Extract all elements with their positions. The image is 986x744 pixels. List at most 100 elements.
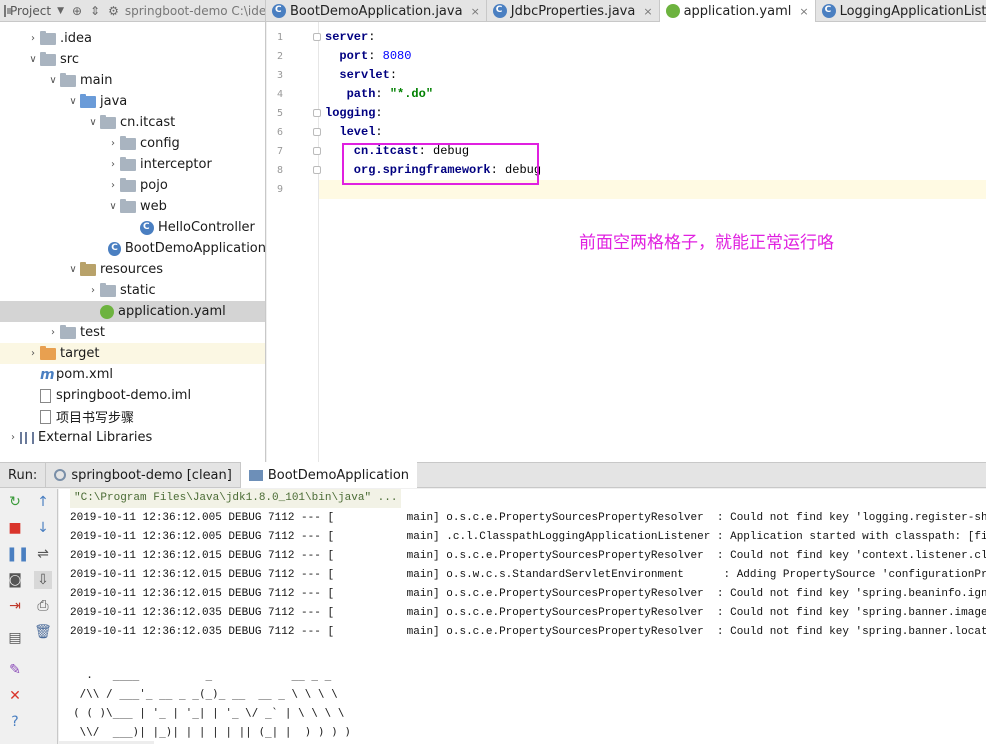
chevron-down-icon[interactable]: ▼ bbox=[57, 6, 64, 16]
code-token: servlet bbox=[325, 68, 390, 82]
close-icon[interactable]: × bbox=[643, 5, 652, 18]
help-icon[interactable]: ? bbox=[6, 713, 24, 731]
camera-icon[interactable]: ◙ bbox=[6, 571, 24, 589]
chevron-down-icon[interactable]: ∨ bbox=[106, 201, 120, 212]
down-arrow-icon[interactable]: ↓ bbox=[34, 519, 52, 537]
tree-item[interactable]: ∨ java bbox=[0, 91, 265, 112]
editor-tab[interactable]: BootDemoApplication.java × bbox=[266, 0, 487, 22]
stop-icon[interactable]: ■ bbox=[6, 519, 24, 537]
log-line: 2019-10-11 12:36:12.005 DEBUG 7112 --- [… bbox=[70, 531, 986, 543]
project-tree: › .idea ∨ src ∨ main ∨ java ∨ cn.itcast › config › in… bbox=[0, 22, 266, 462]
tree-item[interactable]: › static bbox=[0, 280, 265, 301]
code-editor[interactable]: 1 2 3 4 5 6 7 8 9 server: port: 8080 servlet: pa… bbox=[267, 22, 986, 462]
pin-icon[interactable]: ✎ bbox=[6, 661, 24, 679]
print-icon[interactable]: ⎙ bbox=[34, 597, 52, 615]
scroll-end-icon[interactable]: ⇩ bbox=[34, 571, 52, 589]
tree-item[interactable]: ∨ src bbox=[0, 49, 265, 70]
log-line: 2019-10-11 12:36:12.015 DEBUG 7112 --- [… bbox=[70, 588, 986, 600]
chevron-down-icon[interactable]: ∨ bbox=[86, 117, 100, 128]
chevron-down-icon[interactable]: ∨ bbox=[66, 264, 80, 275]
tree-item[interactable]: › .idea bbox=[0, 28, 265, 49]
chevron-right-icon[interactable]: › bbox=[106, 180, 120, 191]
chevron-down-icon[interactable]: ∨ bbox=[26, 54, 40, 65]
tree-item[interactable]: › test bbox=[0, 322, 265, 343]
folder-icon bbox=[60, 324, 76, 339]
tree-item-label: interceptor bbox=[140, 157, 212, 172]
chevron-down-icon[interactable]: ∨ bbox=[66, 96, 80, 107]
tree-item-label: springboot-demo.iml bbox=[56, 388, 192, 403]
chevron-right-icon[interactable]: › bbox=[26, 33, 40, 44]
fold-marker-icon[interactable] bbox=[313, 128, 321, 136]
tree-item[interactable]: › target bbox=[0, 343, 265, 364]
tree-item-label: target bbox=[60, 346, 100, 361]
tree-item-label: 项目书写步骤 bbox=[56, 411, 135, 426]
tree-item[interactable]: HelloController bbox=[0, 217, 265, 238]
code-line: server: bbox=[325, 28, 375, 47]
folder-icon bbox=[120, 156, 136, 171]
tree-item[interactable]: ∨ main bbox=[0, 70, 265, 91]
chevron-right-icon[interactable]: › bbox=[106, 159, 120, 170]
java-class-icon bbox=[821, 4, 836, 18]
close-icon[interactable]: × bbox=[799, 5, 808, 18]
fold-marker-icon[interactable] bbox=[313, 166, 321, 174]
exit-icon[interactable]: ⇥ bbox=[6, 597, 24, 615]
tree-item[interactable]: springboot-demo.iml bbox=[0, 385, 265, 406]
close-icon[interactable]: ✕ bbox=[6, 687, 24, 705]
editor-tab[interactable]: application.yaml × bbox=[659, 0, 816, 22]
tree-item-label: test bbox=[80, 325, 105, 340]
java-class-icon bbox=[272, 4, 286, 18]
gear-icon[interactable]: ⚙ bbox=[108, 4, 119, 18]
editor-tab[interactable]: LoggingApplicationListener.java bbox=[816, 0, 986, 22]
application-icon bbox=[248, 469, 263, 481]
tree-item-label: src bbox=[60, 52, 79, 67]
source-folder-icon bbox=[80, 93, 96, 108]
line-number: 9 bbox=[276, 184, 283, 195]
trash-icon[interactable]: 🗑 bbox=[34, 623, 52, 641]
layout-icon[interactable]: ▤ bbox=[6, 629, 24, 647]
chevron-right-icon[interactable]: › bbox=[26, 348, 40, 359]
run-tab[interactable]: springboot-demo [clean] bbox=[45, 462, 240, 488]
tree-item[interactable]: m pom.xml bbox=[0, 364, 265, 385]
tree-item[interactable]: ∨ resources bbox=[0, 259, 265, 280]
tree-item[interactable]: ∨ web bbox=[0, 196, 265, 217]
collapse-icon[interactable]: ⇕ bbox=[90, 4, 100, 18]
wrap-icon[interactable]: ⇌ bbox=[34, 545, 52, 563]
code-token: : bbox=[375, 106, 383, 120]
banner-line: \\/ ___)| |_)| | | | | || (_| | ) ) ) ) bbox=[73, 725, 352, 738]
run-tab-label: springboot-demo [clean] bbox=[71, 467, 232, 483]
target-icon[interactable]: ⊕ bbox=[72, 4, 82, 18]
project-header[interactable]: Project ▼ ⊕ ⇕ ⚙ springboot-demo C:\ideaS… bbox=[0, 0, 266, 22]
editor-tab[interactable]: JdbcProperties.java × bbox=[487, 0, 660, 22]
up-arrow-icon[interactable]: ↑ bbox=[34, 493, 52, 511]
run-tab[interactable]: BootDemoApplication bbox=[239, 462, 418, 488]
pause-icon[interactable]: ❚❚ bbox=[6, 545, 29, 563]
tree-item[interactable]: › pojo bbox=[0, 175, 265, 196]
fold-marker-icon[interactable] bbox=[313, 109, 321, 117]
chevron-right-icon[interactable]: › bbox=[106, 138, 120, 149]
rerun-icon[interactable]: ↻ bbox=[6, 493, 24, 511]
code-token: : bbox=[389, 68, 398, 82]
chevron-right-icon[interactable]: › bbox=[46, 327, 60, 338]
chevron-down-icon[interactable]: ∨ bbox=[46, 75, 60, 86]
console-output[interactable]: "C:\Program Files\Java\jdk1.8.0_101\bin\… bbox=[59, 489, 986, 744]
tree-item[interactable]: › config bbox=[0, 133, 265, 154]
code-token: : bbox=[375, 125, 383, 139]
tree-item[interactable]: › interceptor bbox=[0, 154, 265, 175]
tree-item[interactable]: BootDemoApplication bbox=[0, 238, 265, 259]
tree-item-label: resources bbox=[100, 262, 164, 277]
banner-line: /\\ / ___'_ __ _ _(_)_ __ __ _ \ \ \ \ bbox=[73, 687, 338, 700]
annotation-text: 前面空两格格子，就能正常运行咯 bbox=[579, 233, 834, 253]
tree-item[interactable]: › External Libraries bbox=[0, 427, 265, 448]
tree-item[interactable]: application.yaml bbox=[0, 301, 265, 322]
chevron-right-icon[interactable]: › bbox=[86, 285, 100, 296]
line-number: 4 bbox=[276, 89, 283, 100]
chevron-right-icon[interactable]: › bbox=[6, 432, 20, 443]
tree-item[interactable]: 项目书写步骤 bbox=[0, 406, 265, 427]
close-icon[interactable]: × bbox=[471, 5, 480, 18]
fold-marker-icon[interactable] bbox=[313, 147, 321, 155]
annotation-box bbox=[342, 143, 539, 185]
folder-icon bbox=[120, 135, 136, 150]
fold-marker-icon[interactable] bbox=[313, 33, 321, 41]
spring-file-icon bbox=[665, 4, 680, 18]
tree-item[interactable]: ∨ cn.itcast bbox=[0, 112, 265, 133]
